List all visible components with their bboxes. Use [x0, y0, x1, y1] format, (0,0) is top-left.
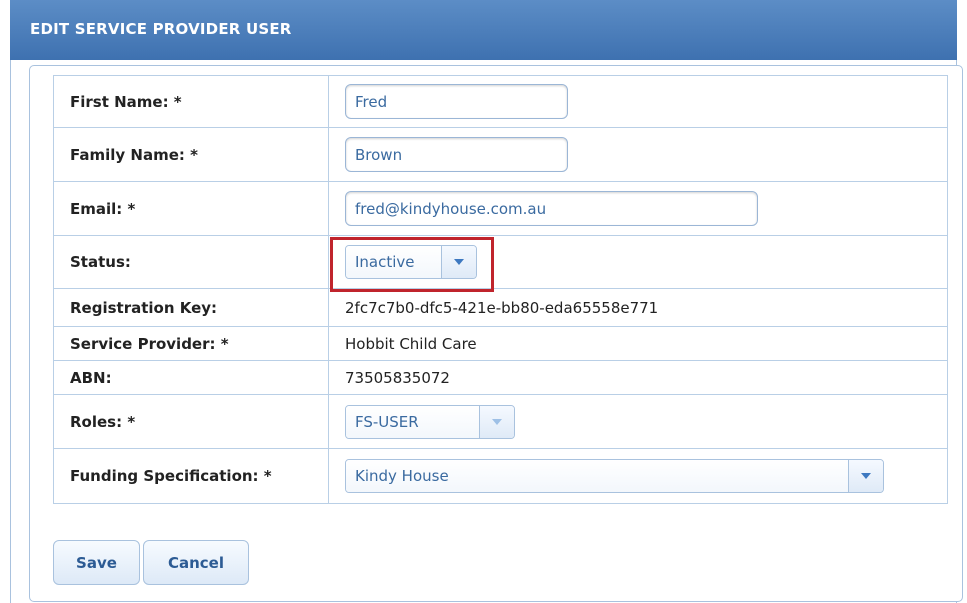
first-name-field[interactable] — [345, 84, 568, 119]
family-name-field[interactable] — [345, 137, 568, 172]
save-button[interactable]: Save — [53, 540, 140, 585]
status-dropdown-button[interactable] — [442, 246, 476, 278]
registration-key-value: 2fc7c7b0-dfc5-421e-bb80-eda65558e771 — [328, 288, 948, 327]
row-funding-specification: Funding Specification: * Kindy House — [53, 448, 948, 504]
status-label: Status: — [53, 235, 329, 289]
status-selected-value: Inactive — [346, 246, 442, 278]
cancel-button[interactable]: Cancel — [143, 540, 249, 585]
first-name-label: First Name: * — [53, 75, 329, 128]
email-field[interactable] — [345, 191, 758, 226]
row-email: Email: * — [53, 181, 948, 236]
edit-user-form-table: First Name: * Family Name: * Email: * St… — [53, 75, 948, 504]
chevron-down-icon — [492, 418, 502, 425]
abn-label: ABN: — [53, 360, 329, 395]
page-header: EDIT SERVICE PROVIDER USER — [10, 0, 957, 60]
abn-value: 73505835072 — [328, 360, 948, 395]
row-family-name: Family Name: * — [53, 127, 948, 182]
family-name-label: Family Name: * — [53, 127, 329, 182]
chevron-down-icon — [861, 473, 871, 479]
page-title: EDIT SERVICE PROVIDER USER — [30, 20, 292, 38]
status-select[interactable]: Inactive — [345, 245, 477, 279]
chevron-down-icon — [454, 259, 464, 265]
row-registration-key: Registration Key: 2fc7c7b0-dfc5-421e-bb8… — [53, 288, 948, 327]
row-service-provider: Service Provider: * Hobbit Child Care — [53, 326, 948, 361]
row-abn: ABN: 73505835072 — [53, 360, 948, 395]
row-status: Status: Inactive — [53, 235, 948, 289]
roles-selected-value: FS-USER — [346, 405, 480, 438]
funding-specification-label: Funding Specification: * — [53, 448, 329, 504]
row-first-name: First Name: * — [53, 75, 948, 128]
funding-specification-selected-value: Kindy House — [346, 460, 849, 492]
service-provider-label: Service Provider: * — [53, 326, 329, 361]
service-provider-value: Hobbit Child Care — [328, 326, 948, 361]
registration-key-label: Registration Key: — [53, 288, 329, 327]
funding-specification-select[interactable]: Kindy House — [345, 459, 884, 493]
email-label: Email: * — [53, 181, 329, 236]
roles-label: Roles: * — [53, 394, 329, 449]
roles-dropdown-button[interactable] — [480, 405, 514, 438]
row-roles: Roles: * FS-USER — [53, 394, 948, 449]
funding-specification-dropdown-button[interactable] — [849, 460, 883, 492]
roles-select[interactable]: FS-USER — [345, 404, 515, 439]
